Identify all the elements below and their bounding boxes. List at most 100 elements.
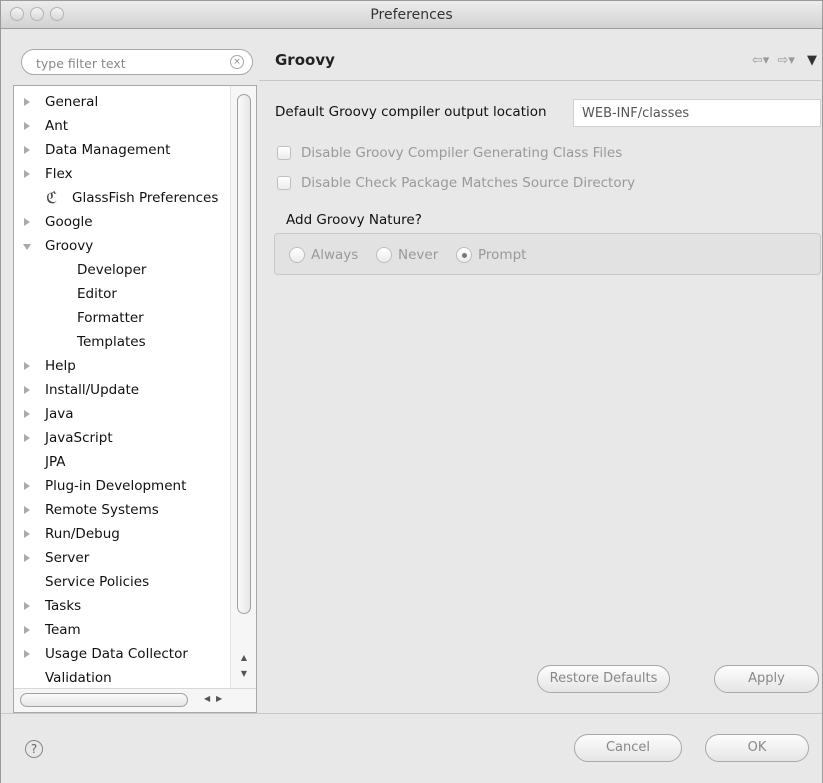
tree-item-label: Usage Data Collector xyxy=(45,646,188,662)
glassfish-icon: ℭ xyxy=(46,188,58,207)
collapse-arrow-icon[interactable] xyxy=(24,122,30,130)
tree-item[interactable]: Tasks xyxy=(14,594,230,618)
filter-field[interactable]: × xyxy=(21,49,253,75)
tree-item[interactable]: Run/Debug xyxy=(14,522,230,546)
tree-item[interactable]: JPA xyxy=(14,450,230,474)
page-title: Groovy xyxy=(275,51,335,69)
tree-item-label: Templates xyxy=(77,334,146,350)
tree-item[interactable]: Install/Update xyxy=(14,378,230,402)
tree-item-label: Editor xyxy=(77,286,117,302)
collapse-arrow-icon[interactable] xyxy=(24,98,30,106)
forward-icon[interactable]: ⇨▾ xyxy=(777,53,794,68)
tree-item[interactable]: Usage Data Collector xyxy=(14,642,230,666)
collapse-arrow-icon[interactable] xyxy=(24,602,30,610)
collapse-arrow-icon[interactable] xyxy=(24,482,30,490)
tree-item[interactable]: Google xyxy=(14,210,230,234)
collapse-arrow-icon[interactable] xyxy=(24,626,30,634)
preference-tree[interactable]: General Ant Data Management Flex ℭ GlassFish … xyxy=(13,85,257,713)
tree-item-label: Data Management xyxy=(45,142,171,158)
scroll-left-icon[interactable]: ◀ xyxy=(204,694,210,703)
checkbox[interactable] xyxy=(277,176,291,190)
tree-item-label: Developer xyxy=(77,262,147,278)
collapse-arrow-icon[interactable] xyxy=(24,410,30,418)
dialog-footer: ? Cancel OK xyxy=(1,713,822,783)
tree-item-label: General xyxy=(45,94,99,110)
preference-page: Groovy ⇦▾ ⇨▾ ▼ Default Groovy compiler o… xyxy=(259,41,821,713)
collapse-arrow-icon[interactable] xyxy=(24,434,30,442)
tree-item-label: Validation xyxy=(45,670,112,686)
tree-item[interactable]: Data Management xyxy=(14,138,230,162)
radio-button[interactable] xyxy=(456,247,472,263)
tree-item[interactable]: Remote Systems xyxy=(14,498,230,522)
scroll-right-icon[interactable]: ▶ xyxy=(216,694,222,703)
tree-item[interactable]: Team xyxy=(14,618,230,642)
tree-item-label: Remote Systems xyxy=(45,502,159,518)
tree-item[interactable]: Validation xyxy=(14,666,230,690)
collapse-arrow-icon[interactable] xyxy=(24,650,30,658)
tree-item[interactable]: Java xyxy=(14,402,230,426)
tree-item[interactable]: Flex xyxy=(14,162,230,186)
collapse-arrow-icon[interactable] xyxy=(24,506,30,514)
tree-item[interactable]: Server xyxy=(14,546,230,570)
tree-item-label: Formatter xyxy=(77,310,144,326)
checkbox-label: Disable Groovy Compiler Generating Class… xyxy=(301,145,623,161)
groovy-nature-title: Add Groovy Nature? xyxy=(286,212,422,228)
scroll-up-icon[interactable]: ▲ xyxy=(238,652,250,664)
radio-button[interactable] xyxy=(289,247,305,263)
checkbox[interactable] xyxy=(277,146,291,160)
vertical-scrollbar[interactable]: ▲ ▼ xyxy=(230,86,256,688)
collapse-arrow-icon[interactable] xyxy=(24,362,30,370)
tree-item-label: Groovy xyxy=(45,238,94,254)
checkbox-label: Disable Check Package Matches Source Dir… xyxy=(301,175,636,191)
tree-item[interactable]: Formatter xyxy=(14,306,230,330)
page-header: Groovy ⇦▾ ⇨▾ ▼ xyxy=(259,41,821,81)
radio-button[interactable] xyxy=(376,247,392,263)
ok-button[interactable]: OK xyxy=(705,734,809,762)
vertical-scroll-thumb[interactable] xyxy=(237,94,251,614)
back-icon[interactable]: ⇦▾ xyxy=(752,53,769,68)
expand-arrow-icon[interactable] xyxy=(23,244,31,250)
output-location-input[interactable] xyxy=(573,99,821,127)
collapse-arrow-icon[interactable] xyxy=(24,386,30,394)
restore-defaults-button[interactable]: Restore Defaults xyxy=(537,665,670,693)
tree-item[interactable]: General xyxy=(14,90,230,114)
collapse-arrow-icon[interactable] xyxy=(24,530,30,538)
preferences-navigation: × General Ant Data Management Flex ℭ GlassFis… xyxy=(13,41,257,713)
radio-label: Always xyxy=(311,247,359,263)
tree-item[interactable]: Groovy xyxy=(14,234,230,258)
scroll-down-icon[interactable]: ▼ xyxy=(238,668,250,680)
tree-items: General Ant Data Management Flex ℭ GlassFish … xyxy=(14,90,230,690)
apply-button[interactable]: Apply xyxy=(714,665,819,693)
tree-item[interactable]: ℭ GlassFish Preferences xyxy=(14,186,230,210)
tree-item[interactable]: Templates xyxy=(14,330,230,354)
horizontal-scrollbar[interactable]: ◀ ▶ xyxy=(14,688,256,712)
tree-item-label: Tasks xyxy=(45,598,82,614)
tree-item-label: GlassFish Preferences xyxy=(72,190,219,206)
tree-item-label: Ant xyxy=(45,118,69,134)
tree-item[interactable]: JavaScript xyxy=(14,426,230,450)
tree-item[interactable]: Service Policies xyxy=(14,570,230,594)
radio-label: Prompt xyxy=(478,247,527,263)
tree-item[interactable]: Developer xyxy=(14,258,230,282)
clear-icon[interactable]: × xyxy=(230,55,244,69)
tree-item-label: Help xyxy=(45,358,76,374)
filter-input[interactable] xyxy=(36,54,226,72)
tree-item[interactable]: Ant xyxy=(14,114,230,138)
horizontal-scroll-thumb[interactable] xyxy=(20,693,188,707)
help-icon[interactable]: ? xyxy=(25,740,43,758)
collapse-arrow-icon[interactable] xyxy=(24,146,30,154)
view-menu-icon[interactable]: ▼ xyxy=(807,53,817,68)
page-navigation: ⇦▾ ⇨▾ ▼ xyxy=(748,53,817,69)
output-location-label: Default Groovy compiler output location xyxy=(275,104,547,120)
tree-item[interactable]: Editor xyxy=(14,282,230,306)
cancel-button[interactable]: Cancel xyxy=(574,734,682,762)
tree-item[interactable]: Plug-in Development xyxy=(14,474,230,498)
collapse-arrow-icon[interactable] xyxy=(24,554,30,562)
radio-label: Never xyxy=(398,247,439,263)
tree-item[interactable]: Help xyxy=(14,354,230,378)
tree-item-label: Google xyxy=(45,214,93,230)
window-title: Preferences xyxy=(370,7,453,23)
collapse-arrow-icon[interactable] xyxy=(24,170,30,178)
collapse-arrow-icon[interactable] xyxy=(24,218,30,226)
title-bar[interactable]: Preferences xyxy=(1,1,822,29)
